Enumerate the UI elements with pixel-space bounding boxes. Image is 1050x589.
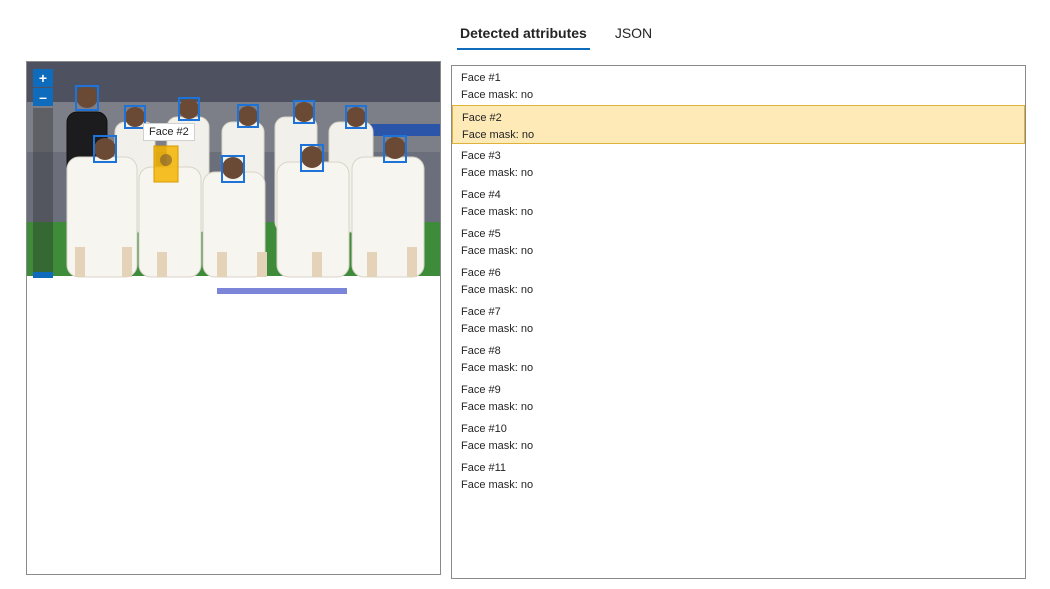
face-list-item[interactable]: Face #6 Face mask: no [452,261,1025,300]
face-mask-value: Face mask: no [462,129,535,141]
face-mask-value: Face mask: no [461,206,534,218]
face-list-item[interactable]: Face #3 Face mask: no [452,144,1025,183]
face-list-item[interactable]: Face #11 Face mask: no [452,456,1025,495]
face-list-item[interactable]: Face #1 Face mask: no [452,66,1025,105]
face-title: Face #2 [462,112,502,124]
face-mask-value: Face mask: no [461,401,534,413]
face-tooltip: Face #2 [143,123,195,141]
face-mask-value: Face mask: no [461,323,534,335]
face-title: Face #6 [461,267,501,279]
zoom-in-button[interactable]: + [33,69,53,87]
face-list-item[interactable]: Face #7 Face mask: no [452,300,1025,339]
face-mask-value: Face mask: no [461,440,534,452]
face-title: Face #11 [461,462,507,474]
face-title: Face #4 [461,189,501,201]
face-mask-value: Face mask: no [461,284,534,296]
face-list-item-selected[interactable]: Face #2 Face mask: no [452,105,1025,144]
face-title: Face #1 [461,72,501,84]
zoom-slider-thumb[interactable] [33,272,53,278]
face-list-item[interactable]: Face #10 Face mask: no [452,417,1025,456]
face-mask-value: Face mask: no [461,167,534,179]
face-title: Face #9 [461,384,501,396]
face-mask-value: Face mask: no [461,479,534,491]
team-photo [27,62,440,294]
face-list-item[interactable]: Face #8 Face mask: no [452,339,1025,378]
attributes-list: Face #1 Face mask: no Face #2 Face mask:… [451,65,1026,579]
tab-bar: Detected attributes JSON [457,22,655,52]
image-viewer: + – Face #2 [26,61,441,575]
zoom-out-button[interactable]: – [33,88,53,106]
tab-json[interactable]: JSON [612,22,655,50]
face-title: Face #3 [461,150,501,162]
face-list-item[interactable]: Face #4 Face mask: no [452,183,1025,222]
face-title: Face #8 [461,345,501,357]
face-title: Face #5 [461,228,501,240]
face-list-item[interactable]: Face #5 Face mask: no [452,222,1025,261]
face-mask-value: Face mask: no [461,245,534,257]
face-list-item[interactable]: Face #9 Face mask: no [452,378,1025,417]
tab-detected-attributes[interactable]: Detected attributes [457,22,590,50]
face-title: Face #7 [461,306,501,318]
face-mask-value: Face mask: no [461,362,534,374]
zoom-slider-track[interactable] [33,108,53,276]
face-title: Face #10 [461,423,507,435]
face-mask-value: Face mask: no [461,89,534,101]
